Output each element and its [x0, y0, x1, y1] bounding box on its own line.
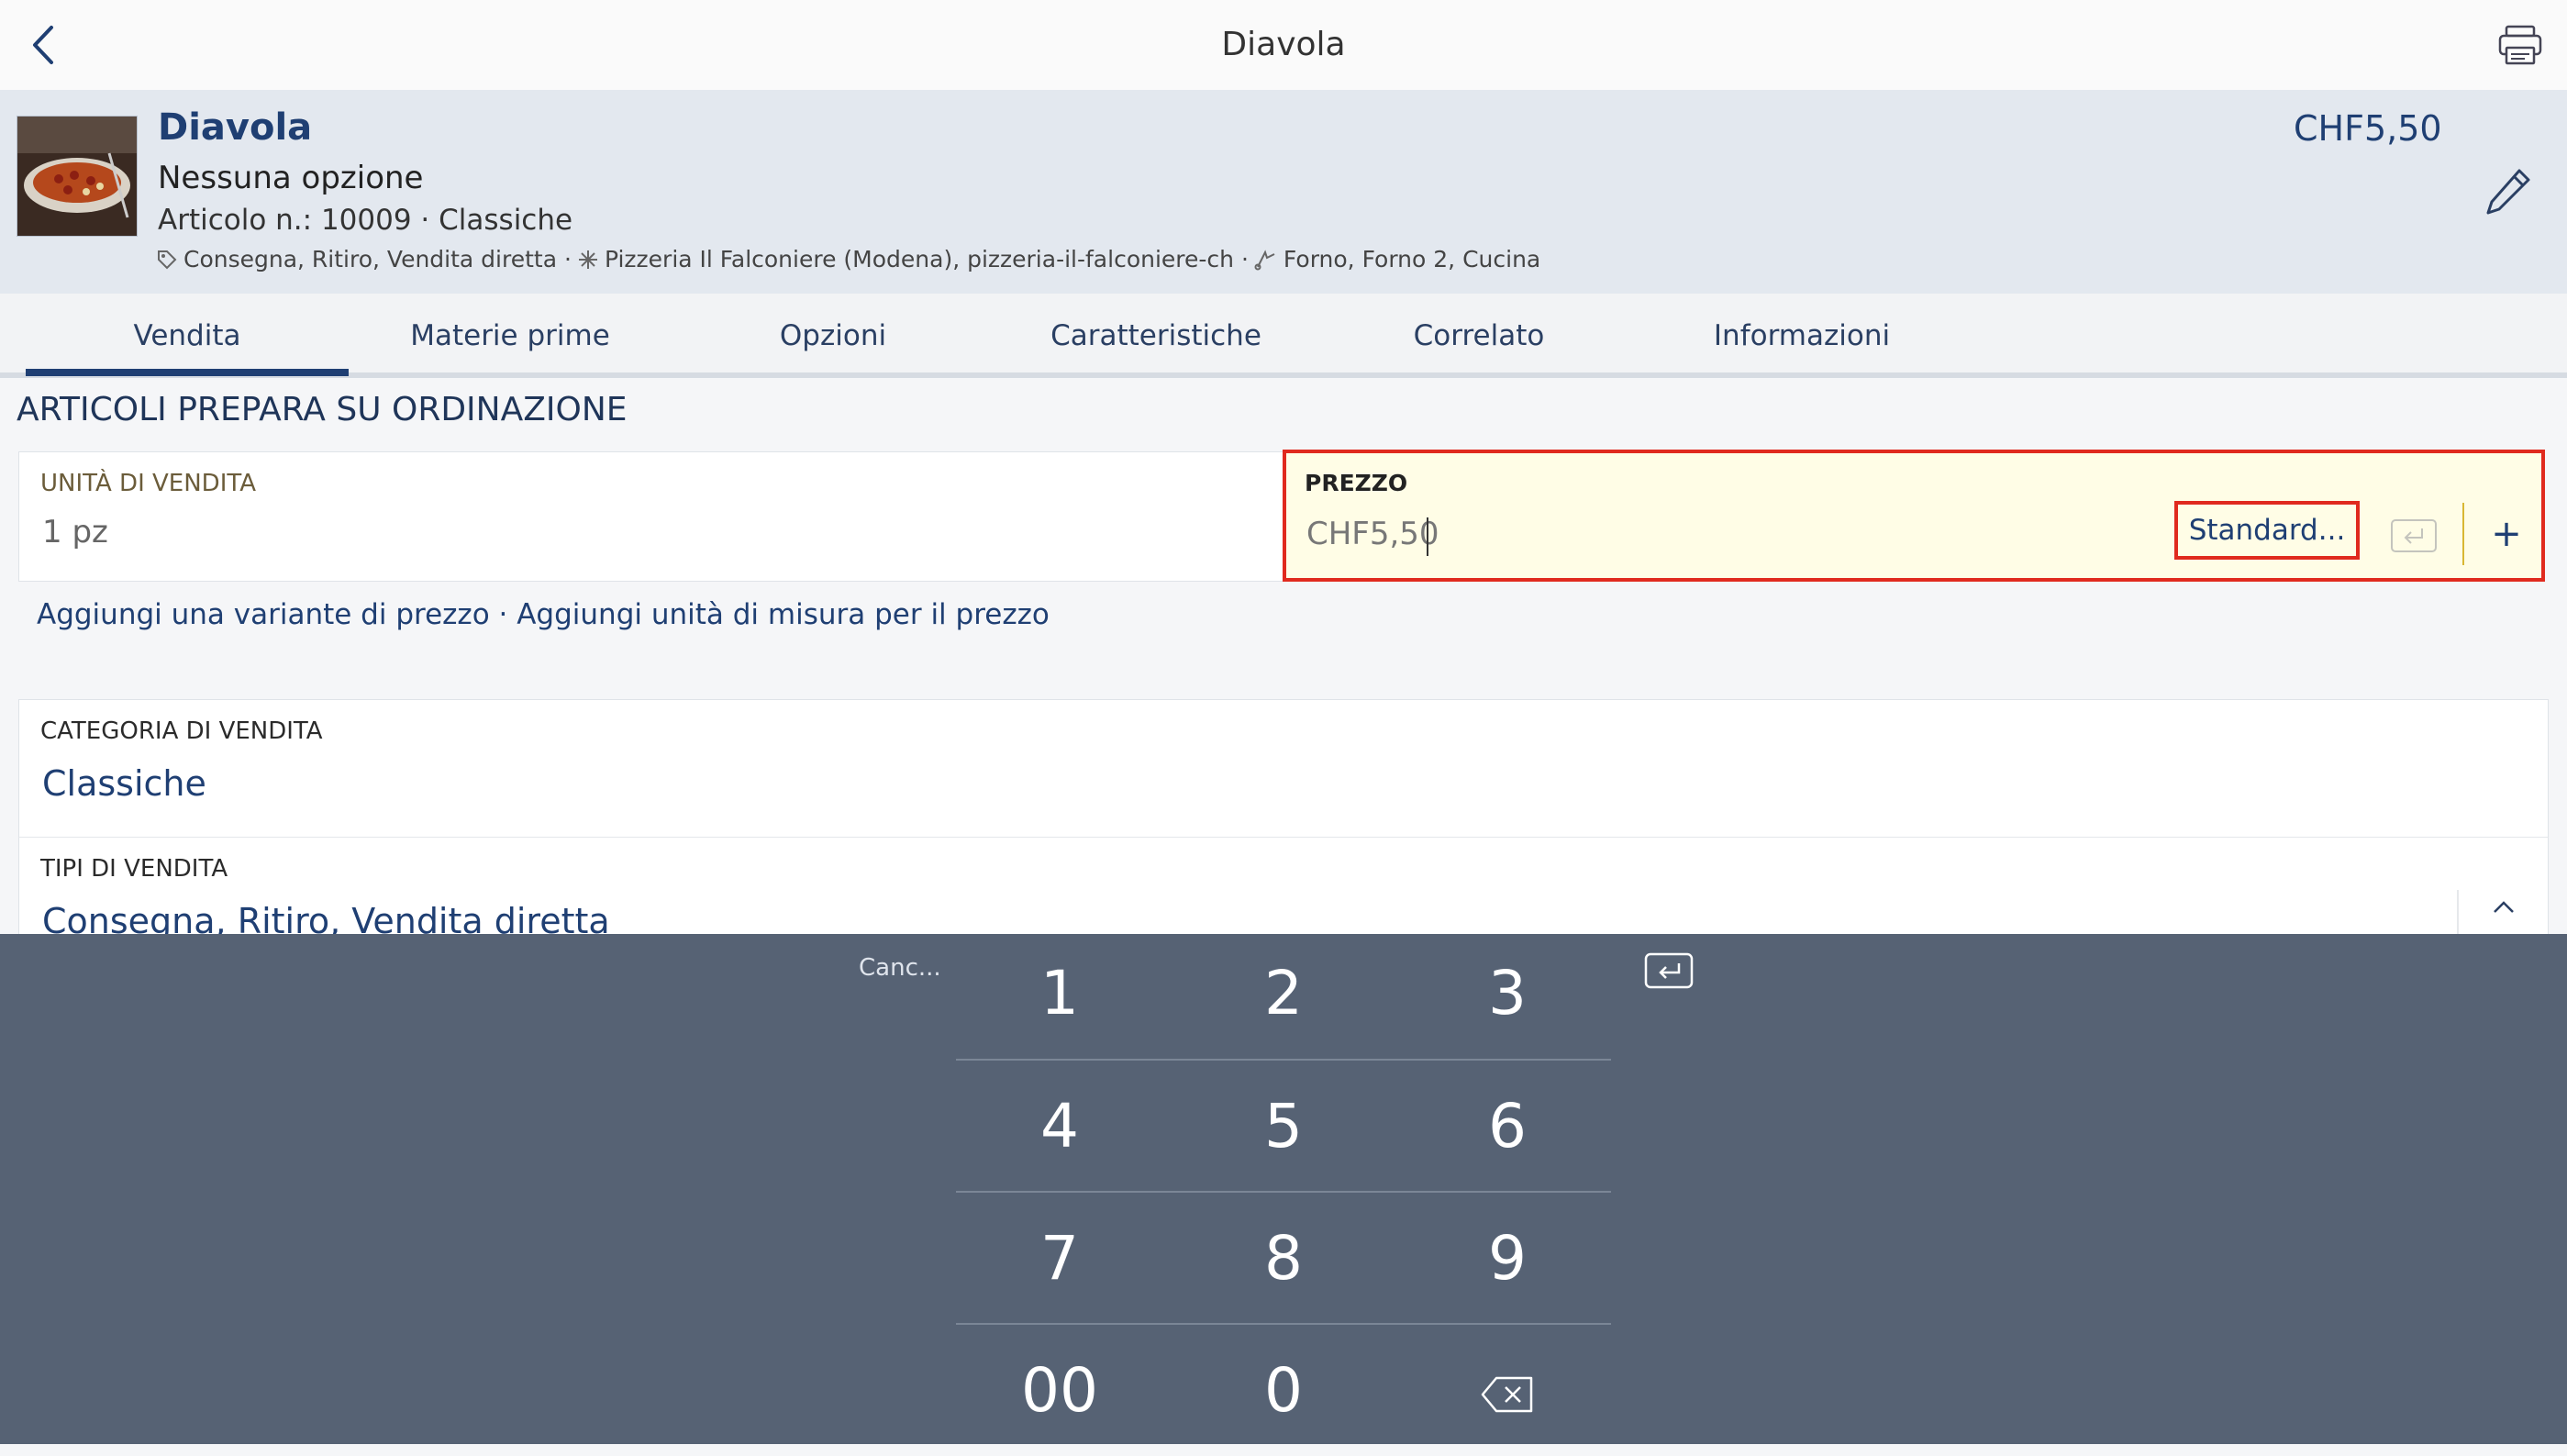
- chevron-up-icon[interactable]: [2490, 897, 2517, 917]
- price-input[interactable]: CHF5,50: [1306, 516, 1439, 552]
- item-option: Nessuna opzione: [158, 160, 424, 196]
- keypad-divider: [956, 1323, 1611, 1325]
- return-icon[interactable]: [1644, 952, 1694, 989]
- key-8[interactable]: 8: [1172, 1194, 1395, 1324]
- item-title: Diavola: [158, 106, 313, 149]
- store-icon: [578, 250, 597, 269]
- edit-icon[interactable]: [2483, 165, 2534, 220]
- tab-correlato[interactable]: Correlato: [1317, 295, 1640, 376]
- tab-caratteristiche[interactable]: Caratteristiche: [995, 295, 1317, 376]
- key-5[interactable]: 5: [1172, 1061, 1395, 1192]
- tag-icon: [158, 250, 177, 269]
- tab-opzioni[interactable]: Opzioni: [672, 295, 995, 376]
- item-article-number: Articolo n.: 10009 · Classiche: [158, 204, 573, 237]
- price-links: Aggiungi una variante di prezzo · Aggiun…: [37, 598, 1050, 631]
- active-tab-indicator: [26, 369, 349, 376]
- section-title: ARTICOLI PREPARA SU ORDINAZIONE: [17, 391, 628, 428]
- item-thumbnail: [17, 116, 138, 237]
- printer-route-icon: [1254, 249, 1275, 270]
- key-1[interactable]: 1: [949, 928, 1171, 1059]
- printer-icon[interactable]: [2497, 24, 2543, 66]
- sales-types-label: TIPI DI VENDITA: [40, 855, 228, 883]
- key-00[interactable]: 00: [949, 1326, 1171, 1456]
- keypad-divider: [956, 1059, 1611, 1061]
- key-0[interactable]: 0: [1172, 1326, 1395, 1456]
- backspace-icon[interactable]: [1396, 1326, 1618, 1456]
- key-6[interactable]: 6: [1396, 1061, 1618, 1192]
- add-price-unit-link[interactable]: Aggiungi unità di misura per il prezzo: [517, 598, 1050, 631]
- meta-print-routes: Forno, Forno 2, Cucina: [1283, 246, 1541, 272]
- key-4[interactable]: 4: [949, 1061, 1171, 1192]
- back-icon[interactable]: [24, 22, 70, 68]
- keypad-divider: [956, 1191, 1611, 1193]
- page-title: Diavola: [1221, 26, 1346, 63]
- key-3[interactable]: 3: [1396, 928, 1618, 1059]
- key-7[interactable]: 7: [949, 1194, 1171, 1324]
- meta-store: Pizzeria Il Falconiere (Modena), pizzeri…: [604, 246, 1249, 272]
- sales-category-value: Classiche: [42, 763, 206, 804]
- tab-materie-prime[interactable]: Materie prime: [349, 295, 672, 376]
- key-9[interactable]: 9: [1396, 1194, 1618, 1324]
- text-caret: [1427, 517, 1428, 556]
- add-price-button[interactable]: +: [2483, 510, 2530, 558]
- item-meta: Consegna, Ritiro, Vendita diretta · Pizz…: [156, 246, 1540, 272]
- price-divider: [2462, 503, 2464, 565]
- sales-unit-label: UNITÀ DI VENDITA: [40, 470, 257, 497]
- sales-category-label: CATEGORIA DI VENDITA: [40, 717, 323, 745]
- sales-category-field[interactable]: [18, 699, 2549, 839]
- tab-informazioni[interactable]: Informazioni: [1640, 295, 1963, 376]
- standard-button[interactable]: Standard...: [2174, 501, 2360, 560]
- sales-types-divider: [2457, 890, 2459, 938]
- add-price-variant-link[interactable]: Aggiungi una variante di prezzo: [37, 598, 490, 631]
- return-icon[interactable]: [2391, 519, 2437, 552]
- item-price: CHF5,50: [2294, 108, 2442, 149]
- sales-unit-value: 1 pz: [42, 514, 108, 550]
- meta-sales-types: Consegna, Ritiro, Vendita diretta ·: [183, 246, 572, 272]
- key-2[interactable]: 2: [1172, 928, 1395, 1059]
- tab-vendita[interactable]: Vendita: [26, 295, 349, 376]
- price-label: PREZZO: [1305, 470, 1408, 496]
- link-separator: ·: [489, 598, 517, 631]
- cancel-button[interactable]: Canc...: [859, 954, 941, 982]
